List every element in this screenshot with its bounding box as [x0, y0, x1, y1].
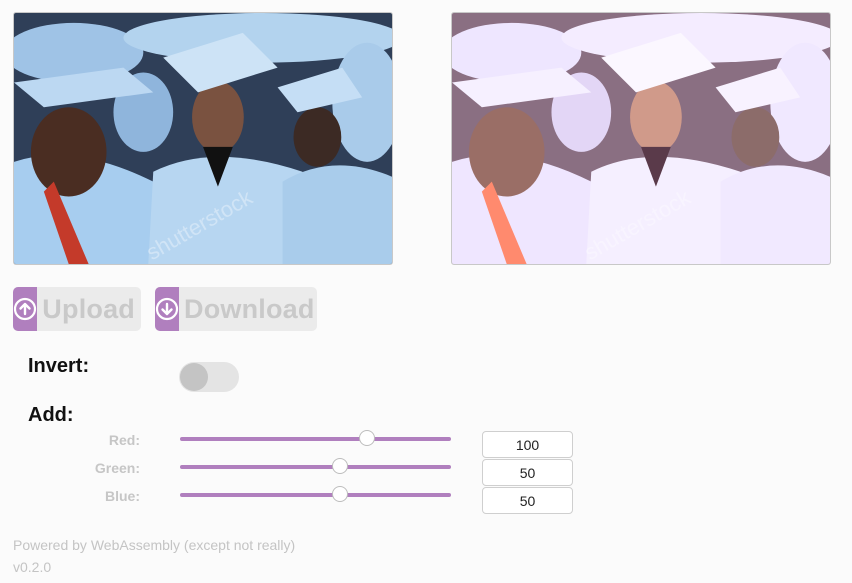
invert-toggle[interactable] [179, 362, 239, 392]
toggle-knob [180, 363, 208, 391]
red-value-input[interactable]: 100 [482, 431, 573, 458]
green-slider[interactable] [180, 458, 451, 474]
add-label: Add: [28, 404, 74, 426]
original-image: shutterstock [13, 12, 393, 265]
red-label: Red: [108, 432, 140, 448]
red-slider[interactable] [180, 430, 451, 446]
upload-arrow-icon [13, 287, 38, 331]
download-button[interactable]: Download [155, 287, 317, 331]
version-text: v0.2.0 [13, 559, 52, 575]
download-arrow-icon [155, 287, 179, 331]
upload-label: Upload [42, 293, 135, 324]
upload-button[interactable]: Upload [13, 287, 141, 331]
processed-image: shutterstock [451, 12, 831, 265]
blue-label: Blue: [105, 488, 140, 504]
green-label: Green: [94, 460, 140, 476]
invert-label: Invert: [28, 355, 90, 377]
powered-by-text: Powered by WebAssembly (except not reall… [13, 537, 296, 553]
download-label: Download [184, 293, 315, 324]
blue-value-input[interactable]: 50 [482, 487, 573, 514]
green-slider-thumb[interactable] [331, 458, 348, 474]
blue-slider-thumb[interactable] [331, 486, 348, 502]
red-slider-thumb[interactable] [358, 430, 375, 446]
green-value-input[interactable]: 50 [482, 459, 573, 486]
blue-slider[interactable] [180, 486, 451, 502]
